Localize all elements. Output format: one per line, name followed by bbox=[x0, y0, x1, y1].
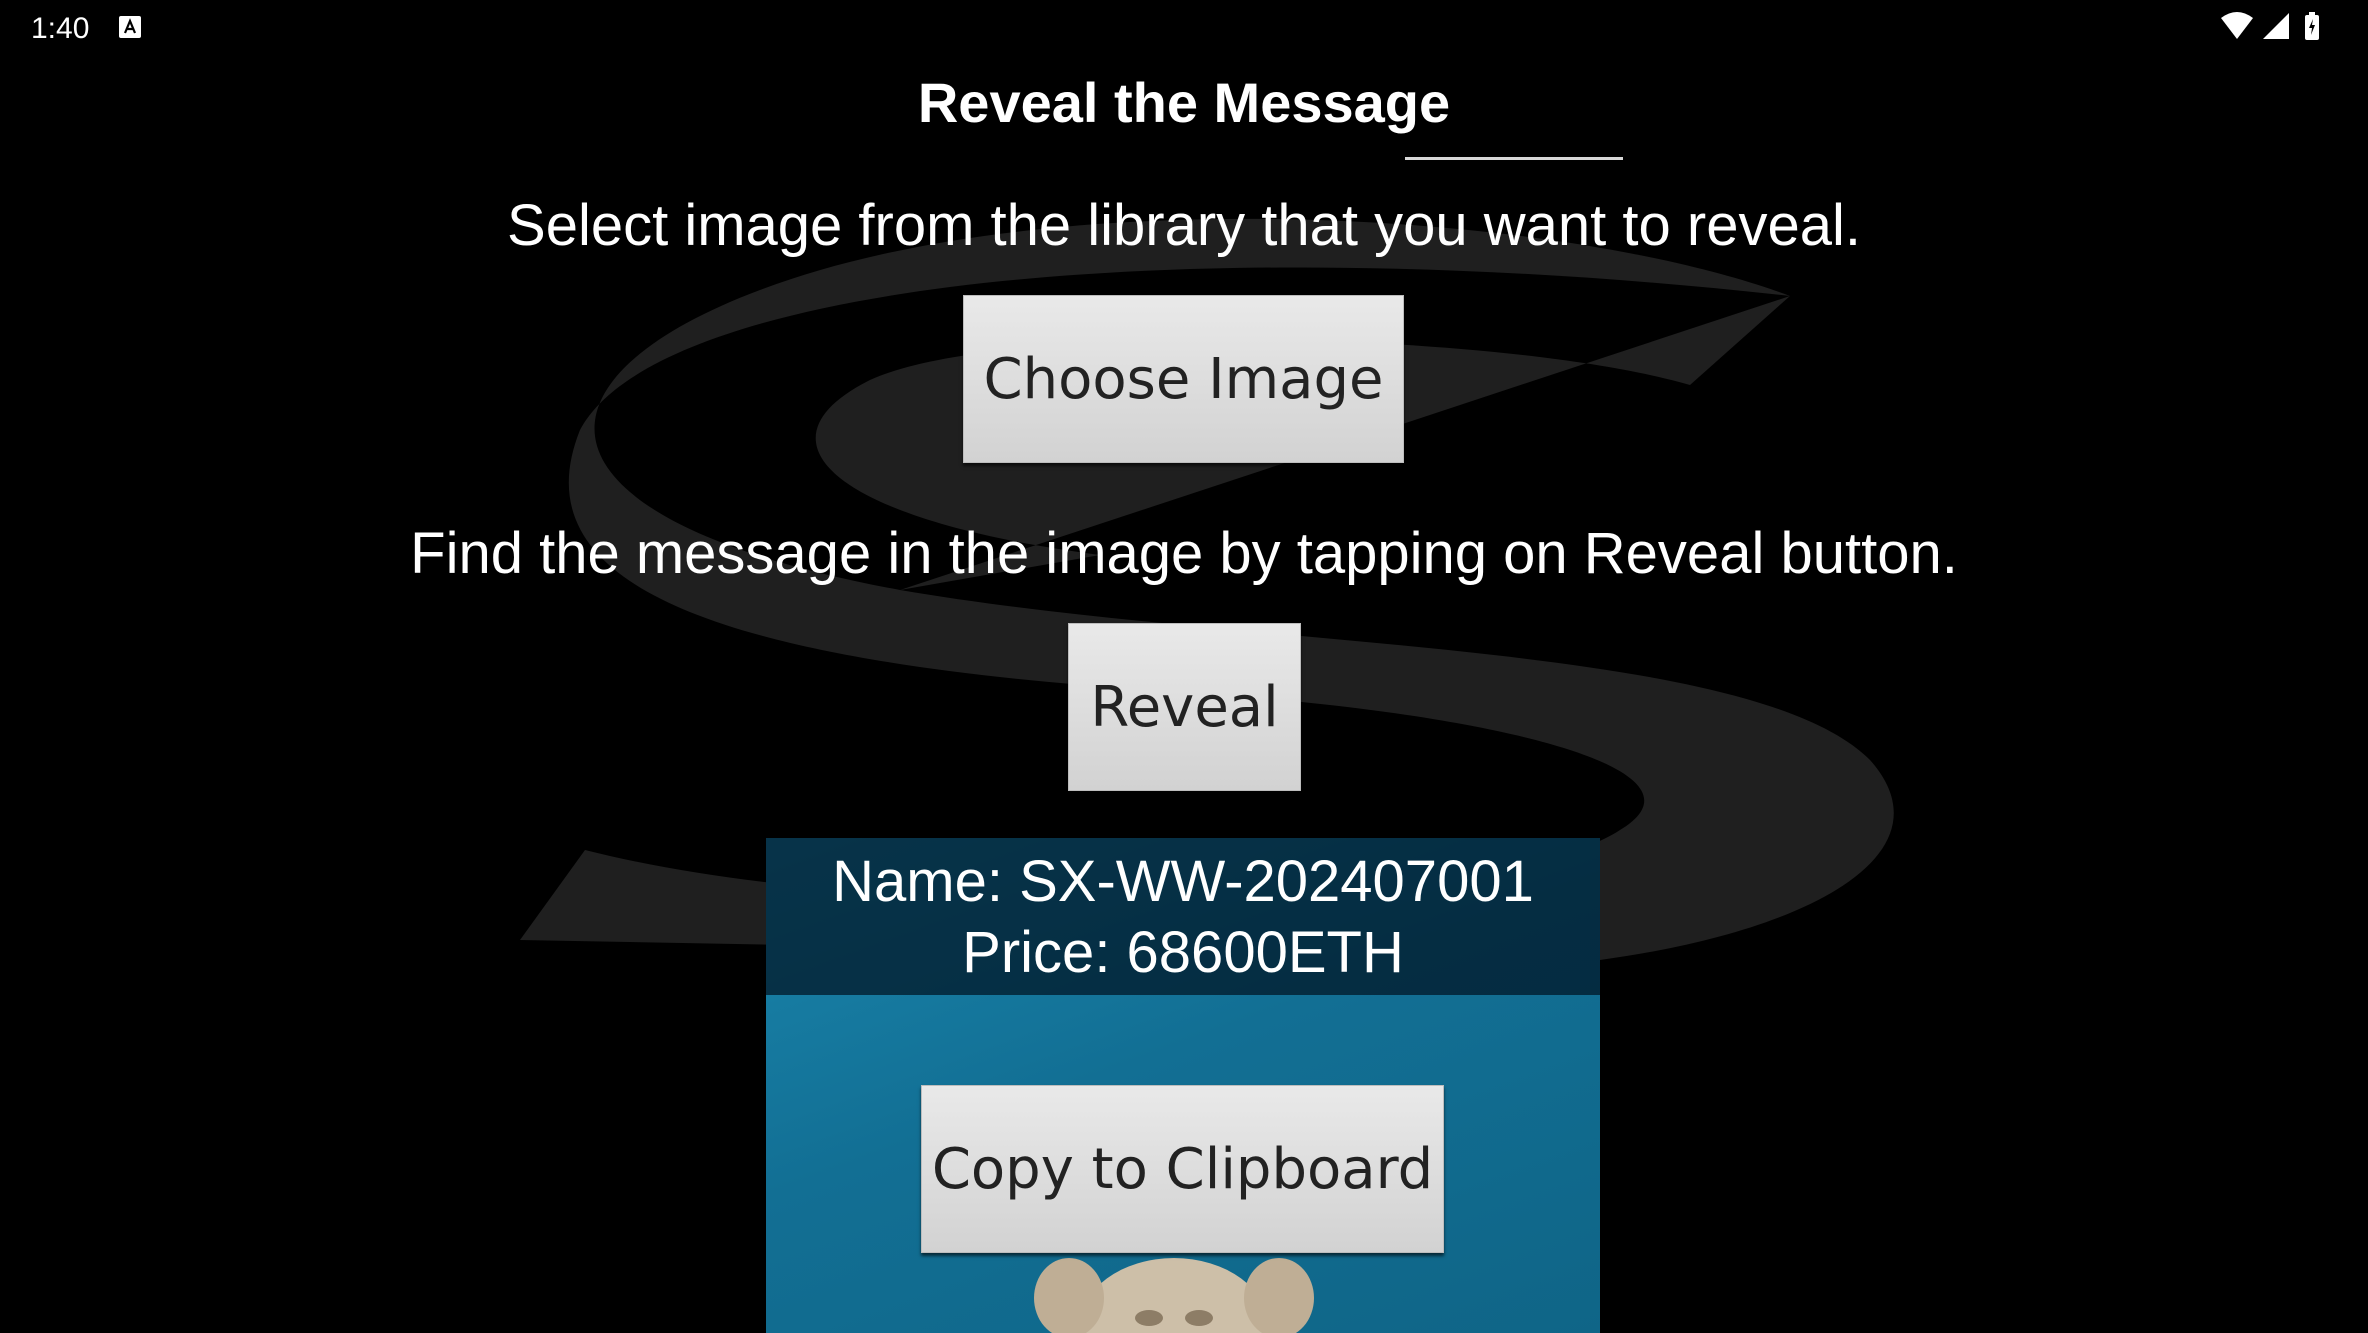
image-name-text: Name: SX-WW-202407001 bbox=[832, 849, 1534, 914]
reveal-button[interactable]: Reveal bbox=[1068, 623, 1301, 791]
cell-signal-icon bbox=[2263, 13, 2289, 39]
title-underline bbox=[1405, 157, 1623, 160]
choose-image-button[interactable]: Choose Image bbox=[963, 295, 1404, 463]
status-bar: 1:40 bbox=[0, 0, 2368, 54]
app-screen: 1:40 Reveal the Message Select image fro… bbox=[0, 0, 2368, 1333]
image-caption: Name: SX-WW-202407001 Price: 68600ETH bbox=[766, 838, 1600, 995]
a-icon bbox=[119, 16, 141, 38]
wifi-icon bbox=[2221, 12, 2253, 39]
image-price-text: Price: 68600ETH bbox=[962, 920, 1404, 985]
select-instruction-text: Select image from the library that you w… bbox=[507, 193, 1861, 258]
status-time: 1:40 bbox=[31, 12, 90, 45]
copy-to-clipboard-button[interactable]: Copy to Clipboard bbox=[921, 1085, 1444, 1253]
status-icons bbox=[2220, 12, 2340, 42]
page-title: Reveal the Message bbox=[917, 71, 1451, 134]
reveal-instruction-text: Find the message in the image by tapping… bbox=[410, 521, 1958, 586]
battery-icon bbox=[2305, 12, 2319, 40]
